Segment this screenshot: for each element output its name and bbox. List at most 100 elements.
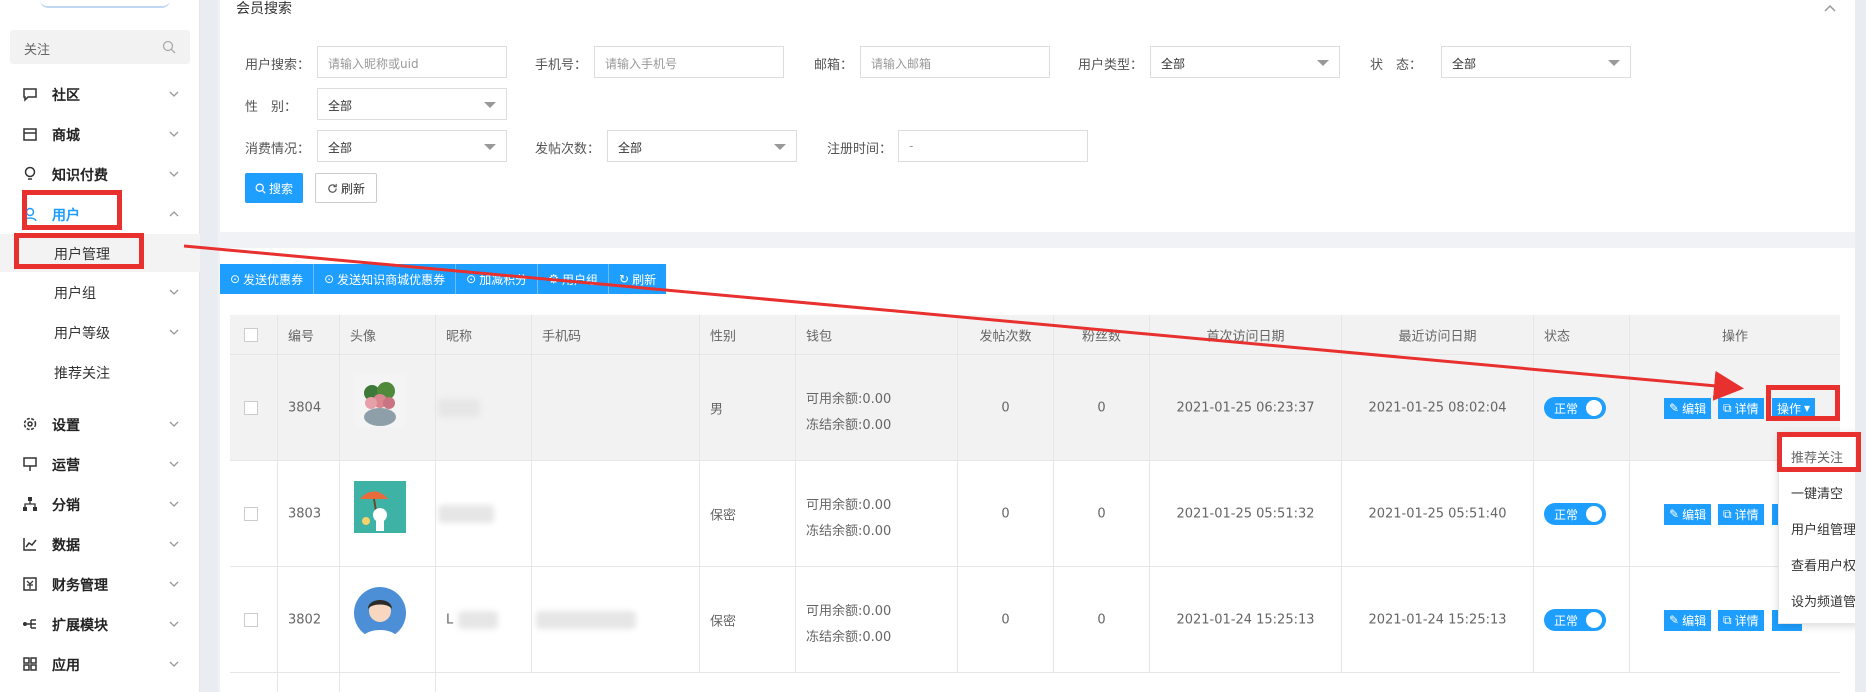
page-right-edge [1855,0,1866,692]
table-row[interactable] [230,673,1840,692]
chevron-down-icon [169,131,179,137]
gender-cell: 保密 [700,567,796,672]
menu-mall[interactable]: 商城 [0,114,200,154]
status-select[interactable]: 全部 [1441,46,1631,78]
last-visit-cell: 2021-01-25 05:51:40 [1342,461,1534,566]
user-group-button[interactable]: ⚙ 用户组 [538,264,610,294]
chevron-up-icon[interactable] [1823,2,1837,16]
chart-icon [23,538,37,551]
fans-value: 0 [1097,506,1106,521]
detail-button[interactable]: ⧉ 详情 [1718,609,1764,631]
first-visit-cell: 2021-01-25 05:51:32 [1150,461,1342,566]
email-label: 邮箱： [814,58,854,73]
menu-label: 财务管理 [52,578,108,594]
table-row[interactable]: 3804 男 可用余额:0.00 冻结余额:0.00 0 0 2021-01-2… [230,355,1840,461]
menu-extension[interactable]: 扩展模块 [0,604,200,644]
menu-knowledge[interactable]: 知识付费 [0,154,200,194]
first-visit-cell: 2021-01-25 06:23:37 [1150,355,1342,460]
menu-distribution[interactable]: 分销 [0,484,200,524]
user-search-input[interactable]: 请输入昵称或uid [317,46,507,78]
logo-fragment [40,0,170,8]
row-checkbox[interactable] [244,400,258,415]
header-label: 操作 [1721,329,1748,344]
submenu-recommend-follow[interactable]: 推荐关注 [0,353,200,391]
gender-select[interactable]: 全部 [317,88,507,120]
toolbar-refresh-button[interactable]: ↻ 刷新 [609,264,666,294]
chevron-down-icon [169,581,179,587]
search-icon[interactable] [162,40,176,54]
phone-input[interactable]: 请输入手机号 [594,46,784,78]
dropdown-item-user-group-manage[interactable]: 用户组管理 [1791,519,1856,538]
table-row[interactable]: 3802 L 保密 可用余额:0.00 冻结余额:0.00 0 0 2021-0… [230,567,1840,673]
wallet-frozen: 冻结余额:0.00 [806,418,892,433]
header-label: 昵称 [446,329,473,344]
header-label: 头像 [350,329,377,344]
submenu-user-level[interactable]: 用户等级 [0,313,200,351]
send-coupon-button[interactable]: ⊙ 发送优惠券 [220,264,315,294]
pencil-icon: ✎ [1669,613,1680,627]
table-row[interactable]: 3803 保密 可用余额:0.00 冻结余额:0.00 0 0 2021-01-… [230,461,1840,567]
send-knowledge-coupon-button[interactable]: ⊙ 发送知识商城优惠券 [314,264,457,294]
header-label: 钱包 [806,329,833,344]
search-button[interactable]: 搜索 [245,173,303,203]
checkbox-cell [230,567,278,672]
dropdown-item-clear-all[interactable]: 一键清空 [1791,483,1843,502]
adjust-points-button[interactable]: ⊙ 加减积分 [456,264,539,294]
edit-button[interactable]: ✎ 编辑 [1664,609,1712,631]
menu-search-box[interactable]: 关注 [10,30,190,64]
pencil-icon: ✎ [1669,401,1680,415]
phone-cell [532,567,700,672]
shop-icon [23,128,37,141]
presentation-icon [23,457,37,471]
posts-select[interactable]: 全部 [607,130,797,162]
chevron-down-icon [169,661,179,667]
posts-cell: 0 [958,567,1054,672]
status-toggle[interactable]: 正常 [1544,502,1606,525]
consume-select[interactable]: 全部 [317,130,507,162]
gender-value: 男 [710,402,724,417]
status-toggle[interactable]: 正常 [1544,396,1606,419]
chevron-up-icon [169,211,179,217]
user-type-select[interactable]: 全部 [1150,46,1340,78]
submenu-user-group[interactable]: 用户组 [0,273,200,311]
fans-cell: 0 [1054,461,1150,566]
menu-community[interactable]: 社区 [0,74,200,114]
member-search-panel: 会员搜索 用户搜索： 请输入昵称或uid 手机号： 请输入手机号 邮箱： 请输入… [220,0,1855,232]
select-all-checkbox[interactable] [244,327,258,342]
menu-label: 数据 [52,538,80,554]
status-toggle-label: 正常 [1554,613,1579,628]
submenu-label: 用户等级 [54,326,110,342]
detail-button[interactable]: ⧉ 详情 [1718,397,1764,419]
caret-down-icon [1317,60,1329,66]
copy-icon: ⧉ [1723,506,1732,521]
chevron-down-icon [169,421,179,427]
email-input[interactable]: 请输入邮箱 [860,46,1050,78]
register-time-input[interactable]: - [898,130,1088,162]
blurred-phone [536,611,636,629]
menu-apps[interactable]: 应用 [0,644,200,684]
first-visit-value: 2021-01-25 06:23:37 [1176,400,1315,415]
menu-settings[interactable]: 设置 [0,404,200,444]
refresh-button[interactable]: 刷新 [315,173,377,203]
menu-finance[interactable]: 财务管理 [0,564,200,604]
chevron-down-icon [169,289,179,295]
edit-button[interactable]: ✎ 编辑 [1664,397,1712,419]
avatar [354,481,406,533]
select-value: 全部 [328,141,353,155]
menu-data[interactable]: 数据 [0,524,200,564]
toolbar-label: 刷新 [632,272,657,287]
nickname-cell [436,355,532,460]
detail-button[interactable]: ⧉ 详情 [1718,503,1764,525]
menu-operation[interactable]: 运营 [0,444,200,484]
copy-icon: ⧉ [1723,400,1732,415]
row-checkbox[interactable] [244,612,258,627]
edit-button[interactable]: ✎ 编辑 [1664,503,1712,525]
menu-label: 社区 [52,88,80,104]
row-checkbox[interactable] [244,506,258,521]
wallet-cell: 可用余额:0.00 冻结余额:0.00 [796,461,958,566]
avatar-cell [340,461,436,566]
submenu-label: 推荐关注 [54,366,110,382]
header-cell: 昵称 [436,315,532,354]
gender-label: 性 别： [245,100,298,115]
status-toggle[interactable]: 正常 [1544,608,1606,631]
